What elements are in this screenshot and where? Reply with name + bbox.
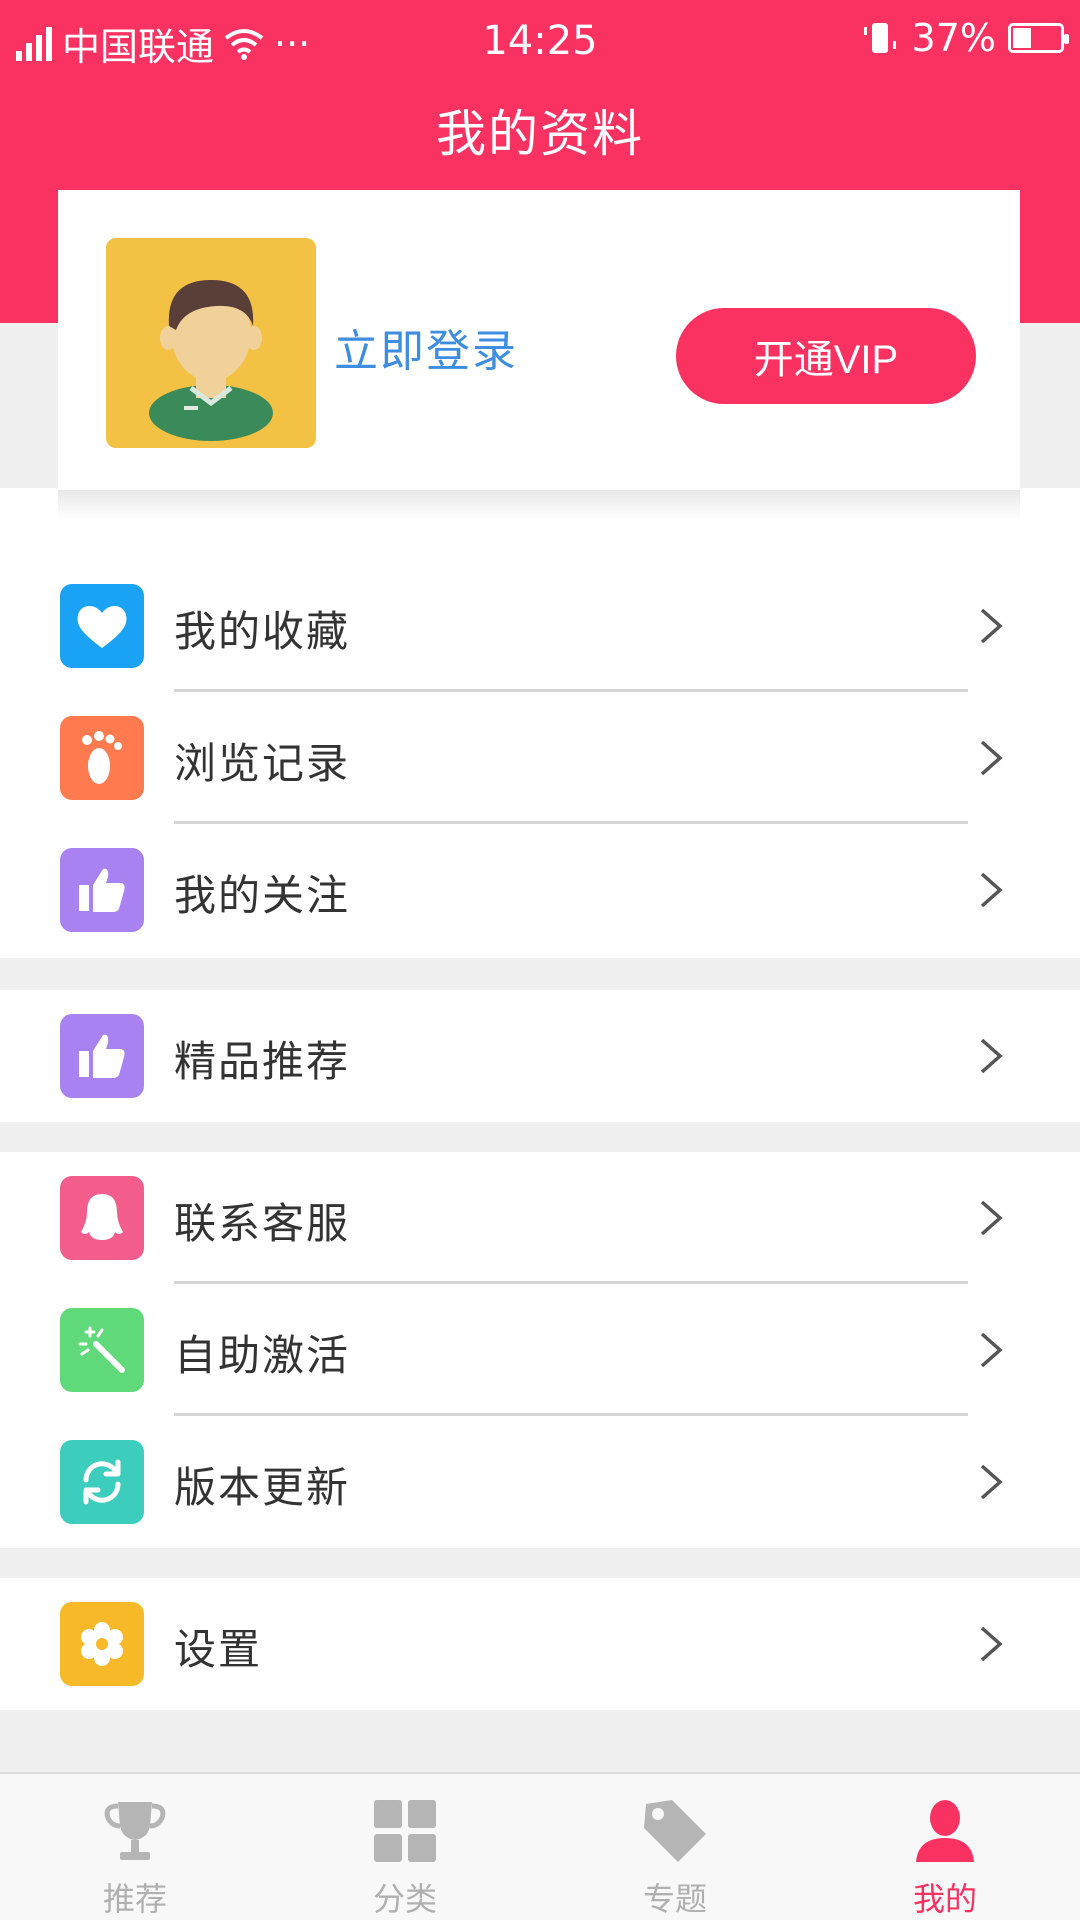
tab-category[interactable]: 分类	[270, 1774, 540, 1920]
tab-mine[interactable]: 我的	[810, 1774, 1080, 1920]
chevron-right-icon	[980, 1038, 1003, 1074]
card-shadow	[58, 490, 1020, 520]
magic-wand-icon	[60, 1308, 144, 1392]
chevron-right-icon	[980, 740, 1003, 776]
menu-label: 我的关注	[174, 871, 351, 920]
heart-icon	[60, 584, 144, 668]
menu-item-history[interactable]: 浏览记录	[0, 692, 1080, 824]
grid-icon	[374, 1800, 436, 1862]
menu-label: 自助激活	[174, 1331, 351, 1380]
menu-item-support[interactable]: 联系客服	[0, 1152, 1080, 1284]
refresh-icon	[60, 1440, 144, 1524]
menu-item-activate[interactable]: 自助激活	[0, 1284, 1080, 1416]
chevron-right-icon	[980, 1626, 1003, 1662]
thumbs-up-icon	[60, 848, 144, 932]
user-avatar-icon[interactable]	[106, 238, 316, 448]
tab-label: 推荐	[102, 1880, 167, 1918]
menu-label: 浏览记录	[174, 739, 351, 788]
menu-item-update[interactable]: 版本更新	[0, 1416, 1080, 1548]
menu-group-service: 联系客服 自助激活 版本更新	[0, 1152, 1080, 1548]
chevron-right-icon	[980, 872, 1003, 908]
login-link[interactable]: 立即登录	[334, 315, 518, 379]
bottom-tab-bar: 推荐 分类 专题 我的	[0, 1772, 1080, 1920]
menu-group-personal: 我的收藏 浏览记录 我的关注	[0, 560, 1080, 956]
menu-item-favorites[interactable]: 我的收藏	[0, 560, 1080, 692]
menu-group-settings: 设置	[0, 1578, 1080, 1710]
menu-label: 设置	[174, 1625, 263, 1674]
chevron-right-icon	[980, 1332, 1003, 1368]
menu-label: 我的收藏	[174, 607, 351, 656]
tag-icon	[644, 1800, 706, 1862]
tab-label: 我的	[912, 1880, 977, 1918]
chevron-right-icon	[980, 1200, 1003, 1236]
tab-label: 分类	[372, 1880, 437, 1918]
menu-group-recommend: 精品推荐	[0, 990, 1080, 1122]
chevron-right-icon	[980, 608, 1003, 644]
tab-recommend[interactable]: 推荐	[0, 1774, 270, 1920]
menu-item-settings[interactable]: 设置	[0, 1578, 1080, 1710]
battery-icon	[1008, 23, 1069, 53]
menu-label: 联系客服	[174, 1199, 351, 1248]
menu-label: 精品推荐	[174, 1037, 351, 1086]
profile-card: 立即登录 开通VIP	[58, 190, 1020, 488]
menu-label: 版本更新	[174, 1463, 351, 1512]
footprint-icon	[60, 716, 144, 800]
vibrate-icon	[863, 23, 896, 53]
page-title: 我的资料	[436, 105, 644, 163]
qq-icon	[60, 1176, 144, 1260]
gear-icon	[60, 1602, 144, 1686]
open-vip-button[interactable]: 开通VIP	[676, 308, 976, 404]
chevron-right-icon	[980, 1464, 1003, 1500]
menu-item-recommend[interactable]: 精品推荐	[0, 990, 1080, 1122]
person-icon	[916, 1800, 974, 1862]
trophy-icon	[104, 1802, 166, 1860]
menu-item-following[interactable]: 我的关注	[0, 824, 1080, 956]
status-bar: 中国联通 ··· 14:25 37%	[0, 0, 1080, 80]
tab-label: 专题	[642, 1880, 707, 1918]
battery-percent: 37%	[911, 16, 996, 60]
thumbs-up-icon	[60, 1014, 144, 1098]
tab-topic[interactable]: 专题	[540, 1774, 810, 1920]
